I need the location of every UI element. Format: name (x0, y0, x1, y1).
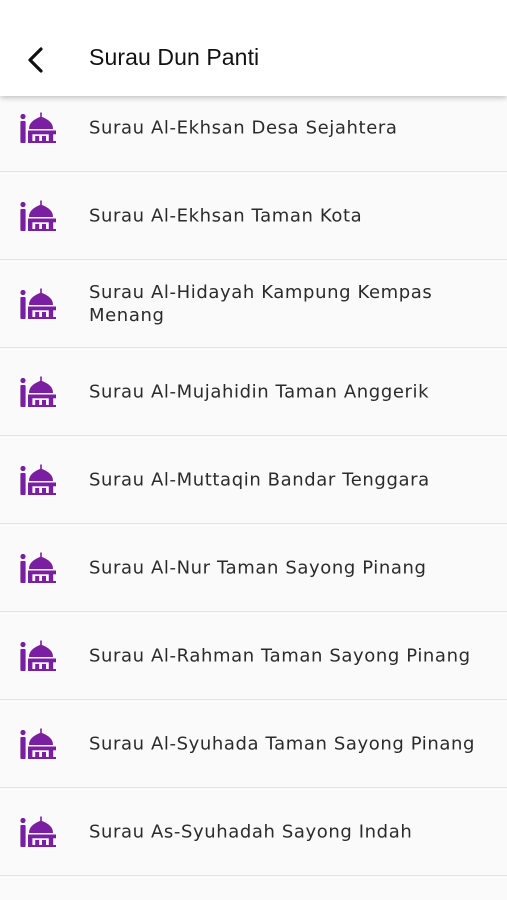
list-item[interactable]: Surau Al-Ekhsan Desa Sejahtera (0, 84, 507, 172)
mosque-icon (20, 640, 56, 671)
list-item[interactable]: Surau Al-Nur Taman Sayong Pinang (0, 524, 507, 612)
mosque-icon (20, 728, 56, 759)
list-item-label: Surau Al-Rahman Taman Sayong Pinang (89, 645, 471, 666)
back-button[interactable] (14, 36, 58, 84)
list-item[interactable]: Surau Al-Hidayah Kampung Kempas Menang (0, 260, 507, 348)
app-bar: Surau Dun Panti (0, 0, 507, 96)
list-item-label: Surau Al-Ekhsan Desa Sejahtera (89, 117, 398, 138)
list-item-label: Surau Al-Mujahidin Taman Anggerik (89, 381, 430, 402)
mosque-icon (20, 464, 56, 495)
list-item-label: Surau Al-Syuhada Taman Sayong Pinang (89, 733, 476, 754)
app-screen: Surau Al-Ekhsan Desa Sejahtera Surau Al-… (0, 0, 507, 900)
mosque-icon (20, 288, 56, 319)
mosque-icon (20, 112, 56, 143)
page-title: Surau Dun Panti (89, 44, 260, 70)
mosque-icon (20, 816, 56, 847)
list-item[interactable]: Surau Al-Ekhsan Taman Kota (0, 172, 507, 260)
mosque-icon (20, 200, 56, 231)
list-item[interactable]: Surau Al-Muttaqin Bandar Tenggara (0, 436, 507, 524)
mosque-icon (20, 552, 56, 583)
back-arrow-icon (28, 47, 43, 73)
list-item-label: Surau Al-Hidayah Kampung Kempas Menang (89, 281, 433, 326)
list-item-label: Surau Al-Ekhsan Taman Kota (89, 205, 363, 226)
list-item-label: Surau As-Syuhadah Sayong Indah (89, 821, 413, 842)
list-item-label: Surau Al-Muttaqin Bandar Tenggara (89, 469, 430, 490)
list-item[interactable]: Surau Al-Mujahidin Taman Anggerik (0, 348, 507, 436)
mosque-icon (20, 376, 56, 407)
list-item[interactable]: Surau Al-Syuhada Taman Sayong Pinang (0, 700, 507, 788)
surau-list: Surau Al-Ekhsan Desa Sejahtera Surau Al-… (0, 84, 507, 876)
list-item-label: Surau Al-Nur Taman Sayong Pinang (89, 557, 427, 578)
list-item[interactable]: Surau As-Syuhadah Sayong Indah (0, 788, 507, 876)
list-item[interactable]: Surau Al-Rahman Taman Sayong Pinang (0, 612, 507, 700)
